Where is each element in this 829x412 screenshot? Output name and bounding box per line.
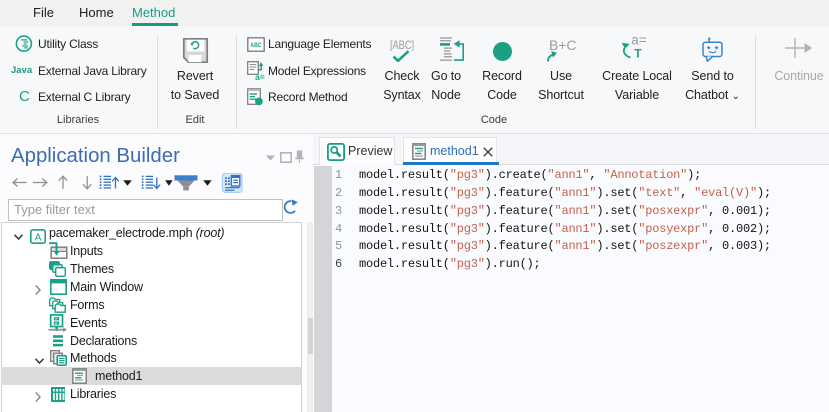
svg-text:ABC: ABC (250, 42, 262, 49)
svg-text:T: T (634, 47, 642, 60)
svg-text:a=: a= (631, 34, 646, 48)
svg-text:a=: a= (255, 72, 265, 80)
